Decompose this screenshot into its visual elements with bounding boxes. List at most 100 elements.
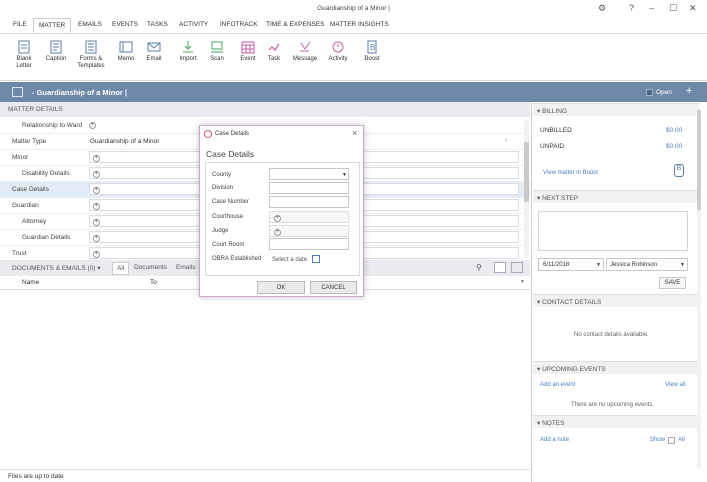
add-circle-icon[interactable]: +: [93, 203, 100, 210]
panel-divider: [531, 102, 532, 482]
show-all-label: Show: [650, 437, 666, 443]
tab-file[interactable]: FILE: [13, 21, 27, 28]
add-note-link[interactable]: Add a note: [540, 437, 569, 443]
caption-label: Caption: [45, 56, 67, 62]
add-event-link[interactable]: Add an event: [540, 382, 575, 388]
scan-button[interactable]: Scan: [202, 38, 232, 63]
tab-matter[interactable]: MATTER: [33, 18, 72, 33]
case-details-dialog-icon: [204, 130, 212, 138]
tab-infotrack[interactable]: INFOTRACK: [220, 21, 258, 28]
tab-matter-insights[interactable]: MATTER INSIGHTS: [330, 21, 389, 28]
status-bar: Files are up to date: [0, 469, 530, 482]
details-scrollbar[interactable]: [524, 120, 529, 258]
court-room-input[interactable]: [269, 238, 349, 250]
folder-view-icon[interactable]: [494, 262, 506, 273]
add-circle-icon[interactable]: +: [93, 219, 100, 226]
next-step-assignee[interactable]: Jessica Robinson ▼: [606, 258, 688, 271]
judge-field[interactable]: +: [269, 225, 349, 237]
add-circle-icon[interactable]: +: [274, 215, 281, 222]
chevron-right-icon[interactable]: ›: [505, 137, 507, 144]
close-icon[interactable]: ✕: [689, 3, 697, 14]
dialog-close-icon[interactable]: ×: [352, 128, 357, 138]
county-select[interactable]: ▼: [269, 168, 349, 180]
add-circle-icon[interactable]: +: [89, 122, 96, 129]
show-all-notes-checkbox[interactable]: [668, 437, 675, 444]
courthouse-label: Courthouse: [212, 214, 244, 220]
save-next-step-button[interactable]: SAVE: [659, 277, 686, 289]
tab-emails[interactable]: EMAILS: [78, 21, 102, 28]
add-circle-icon[interactable]: +: [93, 235, 100, 242]
add-circle-icon[interactable]: +: [93, 155, 100, 162]
courthouse-field[interactable]: +: [269, 211, 349, 223]
view-in-boost-link[interactable]: View matter in Boost: [543, 170, 598, 176]
unpaid-amount[interactable]: $0.00: [666, 143, 682, 150]
documents-title[interactable]: DOCUMENTS & EMAILS (0) ▾: [12, 264, 101, 272]
boost-icon[interactable]: B: [674, 164, 684, 177]
open-checkbox[interactable]: [646, 89, 653, 96]
add-circle-icon[interactable]: +: [93, 187, 100, 194]
import-button[interactable]: Import: [173, 38, 203, 63]
right-panel-scrollbar[interactable]: [697, 108, 701, 468]
unpaid-label: UNPAID: [540, 143, 565, 150]
status-text: Files are up to date: [8, 473, 64, 480]
obra-date-placeholder[interactable]: Select a date: [272, 257, 307, 263]
blank-letter-label: Blank Letter: [16, 56, 32, 69]
next-step-date[interactable]: 6/11/2018 ▼: [538, 258, 604, 271]
message-icon: [300, 41, 311, 52]
case-number-input[interactable]: [269, 196, 349, 208]
chevron-down-icon[interactable]: ▼: [520, 279, 525, 285]
forms-templates-label: Forms & Templates: [77, 56, 105, 69]
minimize-icon[interactable]: –: [649, 3, 654, 13]
add-circle-icon[interactable]: +: [274, 229, 281, 236]
blank-letter-button[interactable]: Blank Letter: [9, 38, 39, 70]
column-name[interactable]: Name: [22, 279, 39, 286]
upcoming-events-header[interactable]: ▾ UPCOMING EVENTS: [533, 361, 699, 374]
tab-time-expenses[interactable]: TIME & EXPENSES: [266, 21, 325, 28]
next-step-textarea[interactable]: [538, 211, 688, 251]
dialog-ok-button[interactable]: OK: [257, 281, 305, 294]
add-circle-icon[interactable]: +: [93, 171, 100, 178]
dialog-cancel-button[interactable]: CANCEL: [310, 281, 357, 294]
boost-button[interactable]: B Boost: [357, 38, 387, 63]
matter-type-value: Guardianship of a Minor: [90, 138, 160, 145]
tab-tasks[interactable]: TASKS: [147, 21, 168, 28]
matter-title: - Guardianship of a Minor |: [32, 88, 128, 97]
list-view-icon[interactable]: [511, 262, 523, 273]
email-button[interactable]: Email: [139, 38, 169, 63]
help-icon[interactable]: ?: [629, 3, 634, 13]
tab-activity[interactable]: ACTIVITY: [179, 21, 208, 28]
memo-button[interactable]: Memo: [111, 38, 141, 63]
activity-button[interactable]: Activity: [323, 38, 353, 63]
division-input[interactable]: [269, 182, 349, 194]
blank-letter-icon: [18, 40, 30, 54]
maximize-icon[interactable]: ☐: [669, 3, 677, 14]
forms-templates-icon: [85, 40, 97, 54]
add-circle-icon[interactable]: +: [93, 251, 100, 258]
activity-label: Activity: [328, 56, 348, 62]
task-button[interactable]: Task: [259, 38, 289, 63]
caption-button[interactable]: Caption: [41, 38, 71, 63]
settings-gear-icon[interactable]: ⚙: [598, 3, 606, 14]
view-all-events-link[interactable]: View all: [665, 382, 686, 388]
unbilled-amount[interactable]: $0.00: [666, 127, 682, 134]
message-button[interactable]: Message: [290, 38, 320, 63]
notes-header[interactable]: ▾ NOTES: [533, 415, 699, 428]
judge-label: Judge: [212, 228, 229, 234]
next-step-header[interactable]: ▾ NEXT STEP: [533, 190, 699, 203]
contact-details-header[interactable]: ▾ CONTACT DETAILS: [533, 294, 699, 307]
search-icon[interactable]: ⚲: [476, 263, 482, 272]
column-to[interactable]: To: [150, 279, 157, 286]
no-events-text: There are no upcoming events.: [571, 402, 655, 408]
activity-icon: [332, 41, 344, 53]
chevron-down-icon: ▼: [596, 262, 601, 268]
filter-emails[interactable]: Emails: [176, 264, 196, 271]
no-contacts-text: No contact details available.: [574, 332, 649, 338]
tab-events[interactable]: EVENTS: [112, 21, 138, 28]
billing-header[interactable]: ▾ BILLING: [533, 103, 699, 116]
calendar-icon[interactable]: [312, 255, 320, 263]
filter-all[interactable]: All: [112, 262, 130, 275]
add-icon[interactable]: +: [686, 85, 692, 97]
filter-documents[interactable]: Documents: [134, 264, 167, 271]
memo-label: Memo: [117, 56, 135, 62]
forms-templates-button[interactable]: Forms & Templates: [76, 38, 106, 70]
